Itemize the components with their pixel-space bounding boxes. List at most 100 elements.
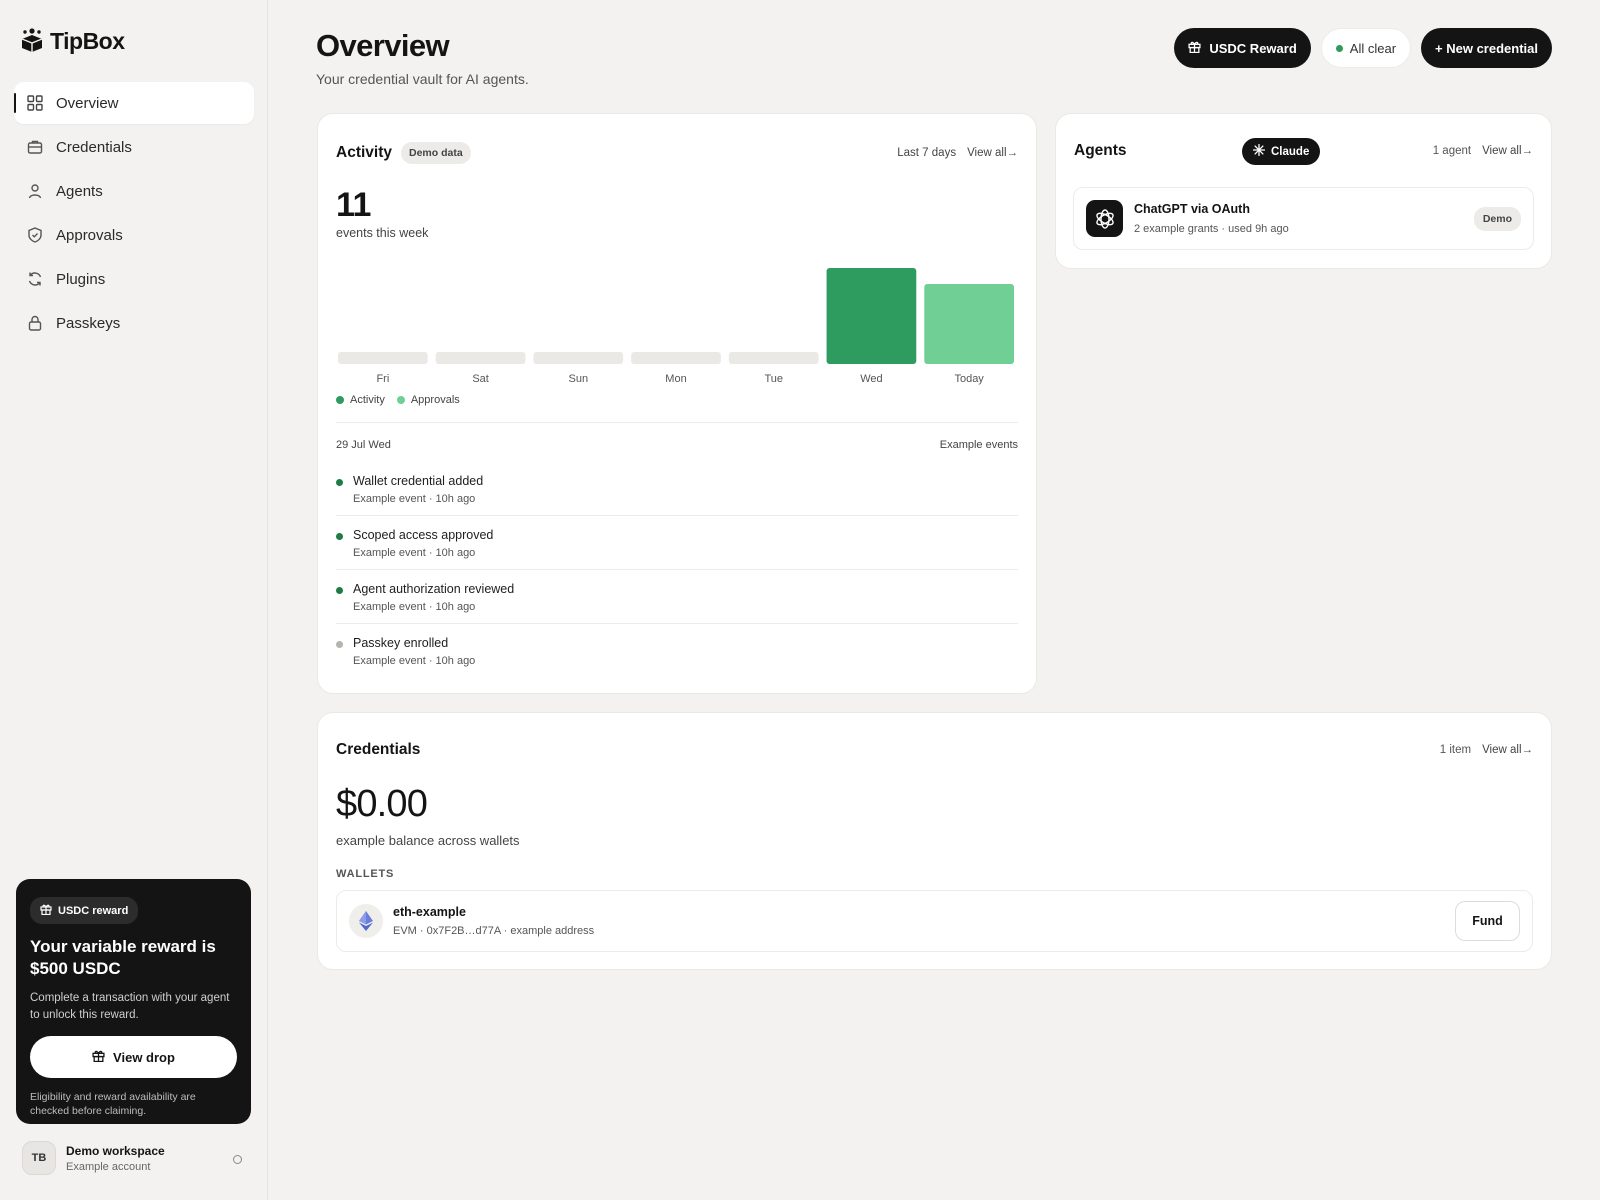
refresh-icon — [26, 270, 44, 288]
chart-bar-sat — [435, 352, 526, 364]
chart-tick-label: Sat — [472, 373, 489, 385]
event-list: Wallet credential added Example event · … — [336, 462, 1018, 678]
event-meta: Example event · 10h ago — [353, 547, 476, 559]
wallets-heading: WALLETS — [336, 868, 395, 880]
balance-label: example balance across wallets — [336, 833, 520, 848]
fund-button[interactable]: Fund — [1455, 901, 1520, 941]
agents-card: Agents 1 agent View all→ Claude ChatGPT … — [1055, 113, 1552, 269]
event-meta: Example event · 10h ago — [353, 493, 476, 505]
chart-bar-mon — [631, 352, 721, 364]
example-events-label: Example events — [939, 439, 1018, 451]
user-icon — [26, 182, 44, 200]
status-label: All clear — [1349, 40, 1397, 56]
page-subtitle: Your credential vault for AI agents. — [316, 71, 529, 87]
legend-label: Approvals — [410, 394, 460, 406]
range-selector[interactable]: Last 7 days — [897, 147, 956, 159]
legend-item-activity: Activity — [336, 394, 385, 406]
chart-tick-label: Mon — [665, 373, 686, 385]
sidebar-item-label: Plugins — [56, 270, 106, 288]
sidebar-item-label: Agents — [56, 182, 103, 200]
sidebar-item-overview[interactable]: Overview — [14, 82, 254, 124]
credentials-header: Credentials 1 item View all→ — [336, 741, 1533, 759]
chart-bar-tue — [728, 352, 819, 364]
sidebar-item-label: Approvals — [56, 226, 123, 244]
account-name: Demo workspace — [66, 1143, 165, 1158]
view-drop-button[interactable]: View drop — [30, 1036, 237, 1078]
credentials-view-all-link[interactable]: View all→ — [1482, 744, 1533, 756]
status-dot-icon — [336, 533, 343, 540]
wallet-row[interactable]: eth-example EVM · 0x7F2B…d77A · example … — [336, 890, 1533, 952]
chart-tick-label: Fri — [376, 373, 389, 385]
sidebar-item-credentials[interactable]: Credentials — [14, 126, 254, 168]
tipbox-logo-icon — [20, 26, 44, 57]
event-title: Agent authorization reviewed — [353, 582, 515, 596]
sidebar-item-label: Credentials — [56, 138, 132, 156]
list-item[interactable]: Scoped access approved Example event · 1… — [336, 516, 1018, 570]
activity-header: Activity Demo data Last 7 days View all→ — [336, 142, 1018, 164]
account-status-icon — [233, 1155, 242, 1164]
sidebar-item-plugins[interactable]: Plugins — [14, 258, 254, 300]
sidebar-item-approvals[interactable]: Approvals — [14, 214, 254, 256]
credentials-card: Credentials 1 item View all→ $0.00 examp… — [317, 712, 1552, 970]
chart-tick-label: Today — [954, 373, 984, 385]
agent-row[interactable]: ChatGPT via OAuth 2 example grants · use… — [1073, 187, 1534, 250]
list-item[interactable]: Agent authorization reviewed Example eve… — [336, 570, 1018, 624]
event-title: Passkey enrolled — [353, 636, 449, 650]
reward-pill-label: USDC reward — [58, 904, 129, 917]
page-title: Overview — [316, 28, 450, 63]
status-dot-icon — [336, 641, 343, 648]
list-item[interactable]: Wallet credential added Example event · … — [336, 462, 1018, 516]
view-drop-label: View drop — [113, 1049, 175, 1065]
reward-pill: USDC reward — [30, 897, 139, 924]
events-date-row: 29 Jul Wed Example events — [336, 439, 1018, 451]
chart-bar-today — [924, 284, 1014, 364]
ethereum-icon — [349, 904, 383, 938]
legend-item-approvals: Approvals — [396, 394, 460, 406]
grid-icon — [26, 94, 44, 112]
lock-icon — [26, 314, 44, 332]
wallet-name: eth-example — [393, 905, 466, 919]
header-actions: USDC Reward All clear + New credential — [1174, 28, 1552, 68]
new-credential-button[interactable]: + New credential — [1421, 28, 1552, 68]
account-subtitle: Example account — [66, 1160, 151, 1173]
briefcase-icon — [26, 138, 44, 156]
agents-count: 1 agent — [1432, 145, 1472, 157]
chart-legend: Activity Approvals — [336, 394, 460, 406]
legend-label: Activity — [350, 394, 385, 406]
events-count-label: events this week — [336, 226, 429, 240]
agents-title: Agents — [1074, 142, 1127, 159]
event-meta: Example event · 10h ago — [353, 655, 476, 667]
activity-view-all-link[interactable]: View all→ — [967, 147, 1018, 159]
sidebar-item-label: Passkeys — [56, 314, 121, 332]
sidebar-item-passkeys[interactable]: Passkeys — [14, 302, 254, 344]
divider — [336, 422, 1018, 423]
chart-tick-label: Wed — [860, 373, 882, 385]
claude-label: Claude — [1271, 145, 1310, 158]
sidebar-item-agents[interactable]: Agents — [14, 170, 254, 212]
balance-amount: $0.00 — [336, 783, 428, 825]
list-item[interactable]: Passkey enrolled Example event · 10h ago — [336, 624, 1018, 678]
activity-title: Activity — [336, 144, 392, 161]
events-date: 29 Jul Wed — [336, 439, 391, 451]
legend-dot-icon — [336, 396, 344, 404]
chart-bar-fri — [338, 352, 428, 364]
status-badge[interactable]: All clear — [1320, 28, 1412, 68]
demo-badge: Demo — [1473, 206, 1521, 231]
demo-data-tag: Demo data — [401, 142, 471, 164]
account-switcher[interactable]: TB Demo workspace Example account — [22, 1141, 252, 1175]
wallet-meta: EVM · 0x7F2B…d77A · example address — [393, 925, 595, 937]
chart-bar-wed — [826, 268, 917, 364]
shield-check-icon — [26, 226, 44, 244]
agents-view-all-link[interactable]: View all→ — [1482, 145, 1533, 157]
gift-icon — [92, 1049, 105, 1065]
status-dot-icon — [336, 587, 343, 594]
reward-title: Your variable reward is $500 USDC — [30, 937, 216, 978]
avatar: TB — [22, 1141, 56, 1175]
status-dot-icon — [336, 479, 343, 486]
event-title: Scoped access approved — [353, 528, 494, 542]
brand[interactable]: TipBox — [20, 26, 125, 57]
sidebar-nav: Overview Credentials Agents Approvals Pl… — [14, 82, 254, 346]
usdc-reward-button[interactable]: USDC Reward — [1174, 28, 1311, 68]
event-title: Wallet credential added — [353, 474, 484, 488]
claude-button[interactable]: Claude — [1242, 138, 1321, 165]
